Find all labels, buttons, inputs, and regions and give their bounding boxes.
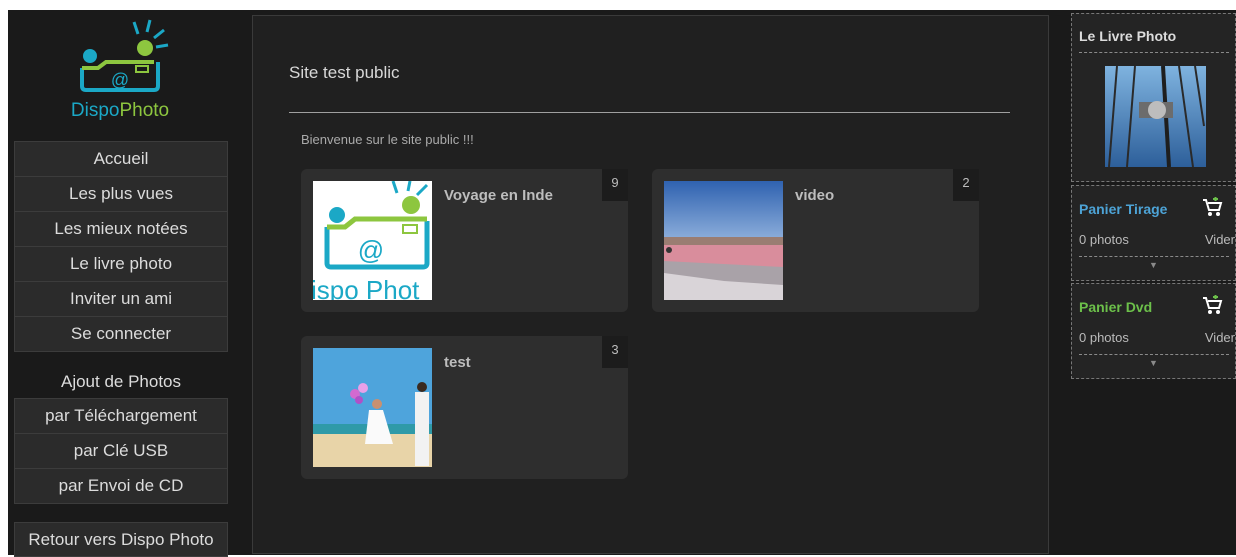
panier-tirage-count: 0 photos	[1079, 232, 1129, 247]
panier-dvd-vider-link[interactable]: Vider	[1205, 330, 1235, 345]
panier-dvd-box: Panier Dvd 0 photos Vider ▼	[1071, 283, 1236, 379]
expand-arrow-icon[interactable]: ▼	[1072, 260, 1235, 270]
back-to-dispophoto-button[interactable]: Retour vers Dispo Photo	[14, 522, 228, 557]
svg-text:ispo Phot: ispo Phot	[313, 275, 420, 300]
album-card[interactable]: test 3	[301, 336, 628, 479]
camera-logo-icon: @	[80, 19, 169, 92]
album-photo-count: 9	[602, 169, 628, 201]
livre-photo-image[interactable]	[1105, 66, 1206, 167]
album-title[interactable]: Voyage en Inde	[444, 187, 553, 204]
salt-lake-photo	[664, 181, 783, 300]
upload-nav: par Téléchargement par Clé USB par Envoi…	[14, 398, 228, 504]
album-title[interactable]: video	[795, 187, 834, 204]
divider	[1079, 354, 1229, 355]
album-card[interactable]: @ ispo Phot Voyage en Inde 9	[301, 169, 628, 312]
svg-text:@: @	[358, 235, 384, 265]
cart-icon[interactable]	[1201, 197, 1223, 217]
livre-photo-box: Le Livre Photo	[1071, 13, 1236, 182]
divider	[1079, 52, 1229, 53]
main-nav: Accueil Les plus vues Les mieux notées L…	[14, 141, 228, 352]
nav-se-connecter[interactable]: Se connecter	[14, 317, 228, 352]
brand-name: DispoPhoto	[70, 100, 170, 121]
main-panel: Site test public Bienvenue sur le site p…	[252, 15, 1049, 554]
divider	[1079, 256, 1229, 257]
album-photo-count: 2	[953, 169, 979, 201]
nav-inviter-un-ami[interactable]: Inviter un ami	[14, 282, 228, 317]
nav-les-plus-vues[interactable]: Les plus vues	[14, 177, 228, 212]
album-card[interactable]: video 2	[652, 169, 979, 312]
nav-par-cle-usb[interactable]: par Clé USB	[14, 434, 228, 469]
album-thumbnail[interactable]: @ ispo Phot	[313, 181, 432, 300]
dispophoto-logo-image: @ ispo Phot	[313, 181, 432, 300]
album-title[interactable]: test	[444, 354, 471, 371]
nav-par-envoi-de-cd[interactable]: par Envoi de CD	[14, 469, 228, 504]
nav-le-livre-photo[interactable]: Le livre photo	[14, 247, 228, 282]
livre-photo-title[interactable]: Le Livre Photo	[1079, 28, 1176, 44]
panier-dvd-count: 0 photos	[1079, 330, 1129, 345]
panier-tirage-title[interactable]: Panier Tirage	[1079, 201, 1167, 217]
svg-text:@: @	[111, 70, 129, 90]
welcome-text: Bienvenue sur le site public !!!	[301, 132, 474, 147]
panier-tirage-vider-link[interactable]: Vider	[1205, 232, 1235, 247]
cart-icon[interactable]	[1201, 295, 1223, 315]
page-title: Site test public	[289, 63, 400, 82]
album-photo-count: 3	[602, 336, 628, 368]
beach-wedding-photo	[313, 348, 432, 467]
panier-tirage-box: Panier Tirage 0 photos Vider ▼	[1071, 185, 1236, 281]
nav-les-mieux-notees[interactable]: Les mieux notées	[14, 212, 228, 247]
album-thumbnail[interactable]	[664, 181, 783, 300]
title-divider	[289, 112, 1010, 113]
dispophoto-logo[interactable]: @ DispoPhoto	[50, 18, 190, 138]
album-thumbnail[interactable]	[313, 348, 432, 467]
page-frame: @ DispoPhoto Accueil Les plus vues Les m…	[8, 10, 1236, 557]
panier-dvd-title[interactable]: Panier Dvd	[1079, 299, 1152, 315]
upload-heading: Ajout de Photos	[60, 372, 182, 391]
nav-par-telechargement[interactable]: par Téléchargement	[14, 398, 228, 434]
nav-accueil[interactable]: Accueil	[14, 141, 228, 177]
left-sidebar: @ DispoPhoto Accueil Les plus vues Les m…	[8, 10, 234, 557]
expand-arrow-icon[interactable]: ▼	[1072, 358, 1235, 368]
sailboat-rigging-photo	[1105, 66, 1206, 167]
